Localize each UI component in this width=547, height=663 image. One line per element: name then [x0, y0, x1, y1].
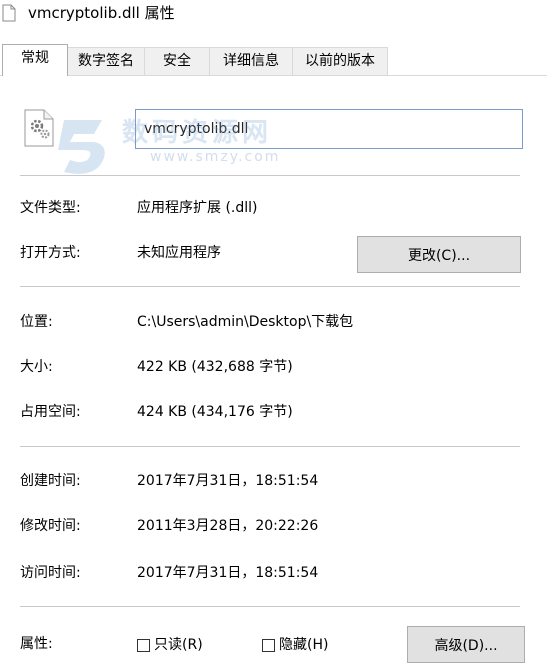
size-on-disk-value: 424 KB (434,176 字节)	[137, 404, 293, 420]
open-with-value: 未知应用程序	[137, 245, 221, 261]
modified-label: 修改时间:	[20, 518, 81, 534]
hidden-checkbox-box[interactable]	[262, 638, 275, 652]
tab-digital-signatures[interactable]: 数字签名	[67, 47, 145, 75]
title-bar: vmcryptolib.dll 属性	[0, 0, 547, 36]
properties-dialog: vmcryptolib.dll 属性 常规 数字签名 安全 详细信息 以前的版本…	[0, 0, 547, 663]
separator	[20, 175, 520, 176]
watermark-url: www.smzy.com	[150, 149, 281, 165]
separator	[20, 286, 520, 287]
file-type-value: 应用程序扩展 (.dll)	[137, 200, 258, 216]
created-label: 创建时间:	[20, 473, 81, 489]
hidden-checkbox-label: 隐藏(H)	[279, 637, 329, 653]
location-value: C:\Users\admin\Desktop\下载包	[137, 314, 354, 330]
size-on-disk-label: 占用空间:	[20, 404, 81, 420]
open-with-label: 打开方式:	[20, 245, 81, 261]
file-name-input[interactable]: vmcryptolib.dll	[135, 109, 523, 149]
readonly-checkbox[interactable]: 只读(R)	[137, 635, 203, 655]
hidden-checkbox[interactable]: 隐藏(H)	[262, 635, 328, 655]
file-type-label: 文件类型:	[20, 200, 81, 216]
separator	[20, 606, 520, 607]
advanced-button[interactable]: 高级(D)...	[407, 626, 525, 663]
modified-value: 2011年3月28日，20:22:26	[137, 518, 319, 534]
created-value: 2017年7月31日，18:51:54	[137, 473, 319, 489]
size-value: 422 KB (432,688 字节)	[137, 359, 293, 375]
accessed-value: 2017年7月31日，18:51:54	[137, 565, 319, 581]
tab-bar: 常规 数字签名 安全 详细信息 以前的版本	[0, 44, 547, 76]
size-label: 大小:	[20, 359, 53, 375]
accessed-label: 访问时间:	[20, 565, 81, 581]
tab-security[interactable]: 安全	[144, 47, 210, 75]
tab-details[interactable]: 详细信息	[209, 47, 293, 75]
general-tab-panel: vmcryptolib.dll 数码资源网 www.smzy.com 文件类型:…	[0, 75, 547, 663]
tab-general[interactable]: 常规	[2, 44, 68, 76]
attributes-label: 属性:	[20, 636, 53, 652]
separator	[20, 446, 520, 447]
change-button[interactable]: 更改(C)...	[357, 236, 521, 273]
readonly-checkbox-box[interactable]	[137, 638, 150, 652]
file-icon	[2, 4, 16, 22]
readonly-checkbox-label: 只读(R)	[154, 637, 203, 653]
tab-previous-versions[interactable]: 以前的版本	[292, 47, 388, 75]
dll-file-icon	[24, 109, 54, 147]
window-title: vmcryptolib.dll 属性	[28, 4, 175, 22]
location-label: 位置:	[20, 314, 53, 330]
